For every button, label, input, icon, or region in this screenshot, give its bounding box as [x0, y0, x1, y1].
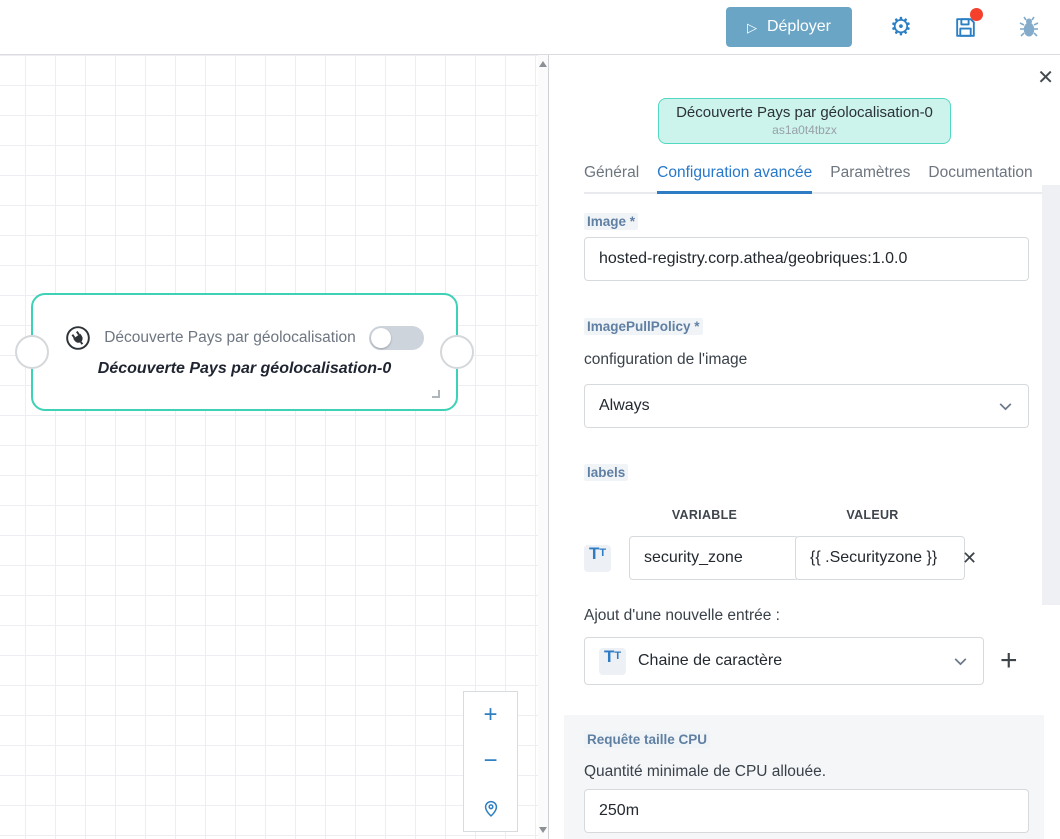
image-pull-policy-description: configuration de l'image [584, 351, 1029, 369]
close-button[interactable]: ✕ [1037, 65, 1054, 90]
panel-scrollbar[interactable] [1042, 185, 1060, 839]
entry-type-value: Chaine de caractère [638, 652, 940, 670]
play-icon: ▷ [747, 21, 757, 34]
remove-row-button[interactable]: ✕ [962, 548, 974, 569]
column-header-valeur: VALEUR [795, 508, 950, 522]
panel-scrollbar-thumb[interactable] [1042, 185, 1060, 605]
cpu-request-description: Quantité minimale de CPU allouée. [584, 763, 1029, 781]
node-badge: Découverte Pays par géolocalisation-0 as… [658, 98, 951, 144]
chevron-down-icon [997, 398, 1014, 415]
image-section: Image * [584, 213, 1029, 281]
column-header-variable: VARIABLE [629, 508, 780, 522]
cpu-request-input[interactable] [584, 789, 1029, 833]
badge-title: Découverte Pays par géolocalisation-0 [676, 104, 933, 121]
tab-configuration-avancee[interactable]: Configuration avancée [657, 164, 812, 194]
config-panel: ✕ Découverte Pays par géolocalisation-0 … [549, 55, 1060, 839]
labels-section: labels VARIABLE VALEUR T T ✕ Ajout d'une… [584, 464, 1029, 685]
settings-button[interactable]: ⚙ [886, 12, 916, 42]
fit-view-button[interactable] [464, 785, 517, 831]
main-area: Découverte Pays par géolocalisation Déco… [0, 55, 1060, 839]
text-type-icon: T T [584, 545, 611, 572]
tab-documentation[interactable]: Documentation [928, 164, 1032, 192]
deploy-button[interactable]: ▷ Déployer [726, 7, 852, 47]
tabs: Général Configuration avancée Paramètres… [584, 164, 1060, 194]
location-pin-icon [481, 798, 501, 818]
debug-button[interactable] [1014, 12, 1044, 42]
gear-icon: ⚙ [890, 15, 912, 40]
zoom-in-button[interactable]: + [464, 692, 517, 738]
image-pull-policy-section: ImagePullPolicy * configuration de l'ima… [584, 318, 1029, 428]
node-title: Découverte Pays par géolocalisation [104, 329, 356, 347]
zoom-out-button[interactable]: − [464, 738, 517, 784]
canvas-scrollbar[interactable] [538, 55, 549, 839]
plug-icon [65, 325, 91, 351]
image-input[interactable] [584, 237, 1029, 281]
scroll-up-icon[interactable] [539, 61, 547, 67]
add-entry-label: Ajout d'une nouvelle entrée : [584, 607, 1029, 625]
zoom-controls: + − [463, 691, 518, 832]
node-output-port[interactable] [440, 335, 474, 369]
node-toggle[interactable] [369, 326, 424, 350]
scroll-down-icon[interactable] [539, 827, 547, 833]
text-type-icon: T T [599, 648, 626, 675]
image-pull-policy-select[interactable]: Always [584, 384, 1029, 428]
image-label: Image * [584, 213, 638, 230]
labels-label: labels [584, 464, 628, 481]
add-entry-row: T T Chaine de caractère + [584, 637, 1029, 685]
entry-type-select[interactable]: T T Chaine de caractère [584, 637, 984, 685]
tab-general[interactable]: Général [584, 164, 639, 192]
flow-canvas[interactable]: Découverte Pays par géolocalisation Déco… [0, 55, 538, 839]
bug-icon [1017, 15, 1041, 39]
image-pull-policy-label: ImagePullPolicy * [584, 318, 703, 335]
label-value-input[interactable] [795, 536, 965, 580]
notification-dot [970, 8, 983, 21]
topbar: ▷ Déployer ⚙ [0, 0, 1060, 55]
tab-parametres[interactable]: Paramètres [830, 164, 910, 192]
image-pull-policy-value: Always [599, 397, 997, 415]
deploy-label: Déployer [767, 18, 831, 36]
cpu-request-section: Requête taille CPU Quantité minimale de … [564, 715, 1044, 839]
save-button[interactable] [950, 12, 980, 42]
resize-handle-icon[interactable] [432, 390, 440, 398]
label-variable-input[interactable] [629, 536, 799, 580]
chevron-down-icon [952, 653, 969, 670]
badge-id: as1a0t4tbzx [676, 123, 933, 137]
panel-content: Image * ImagePullPolicy * configuration … [584, 213, 1029, 839]
node-subtitle: Découverte Pays par géolocalisation-0 [33, 360, 456, 378]
cpu-request-label: Requête taille CPU [584, 731, 710, 748]
add-entry-button[interactable]: + [1000, 646, 1018, 676]
node-input-port[interactable] [15, 335, 49, 369]
labels-table: VARIABLE VALEUR T T ✕ [584, 508, 1029, 580]
node-card[interactable]: Découverte Pays par géolocalisation Déco… [31, 293, 458, 411]
node-header: Découverte Pays par géolocalisation [33, 325, 456, 351]
toggle-knob [371, 328, 391, 348]
